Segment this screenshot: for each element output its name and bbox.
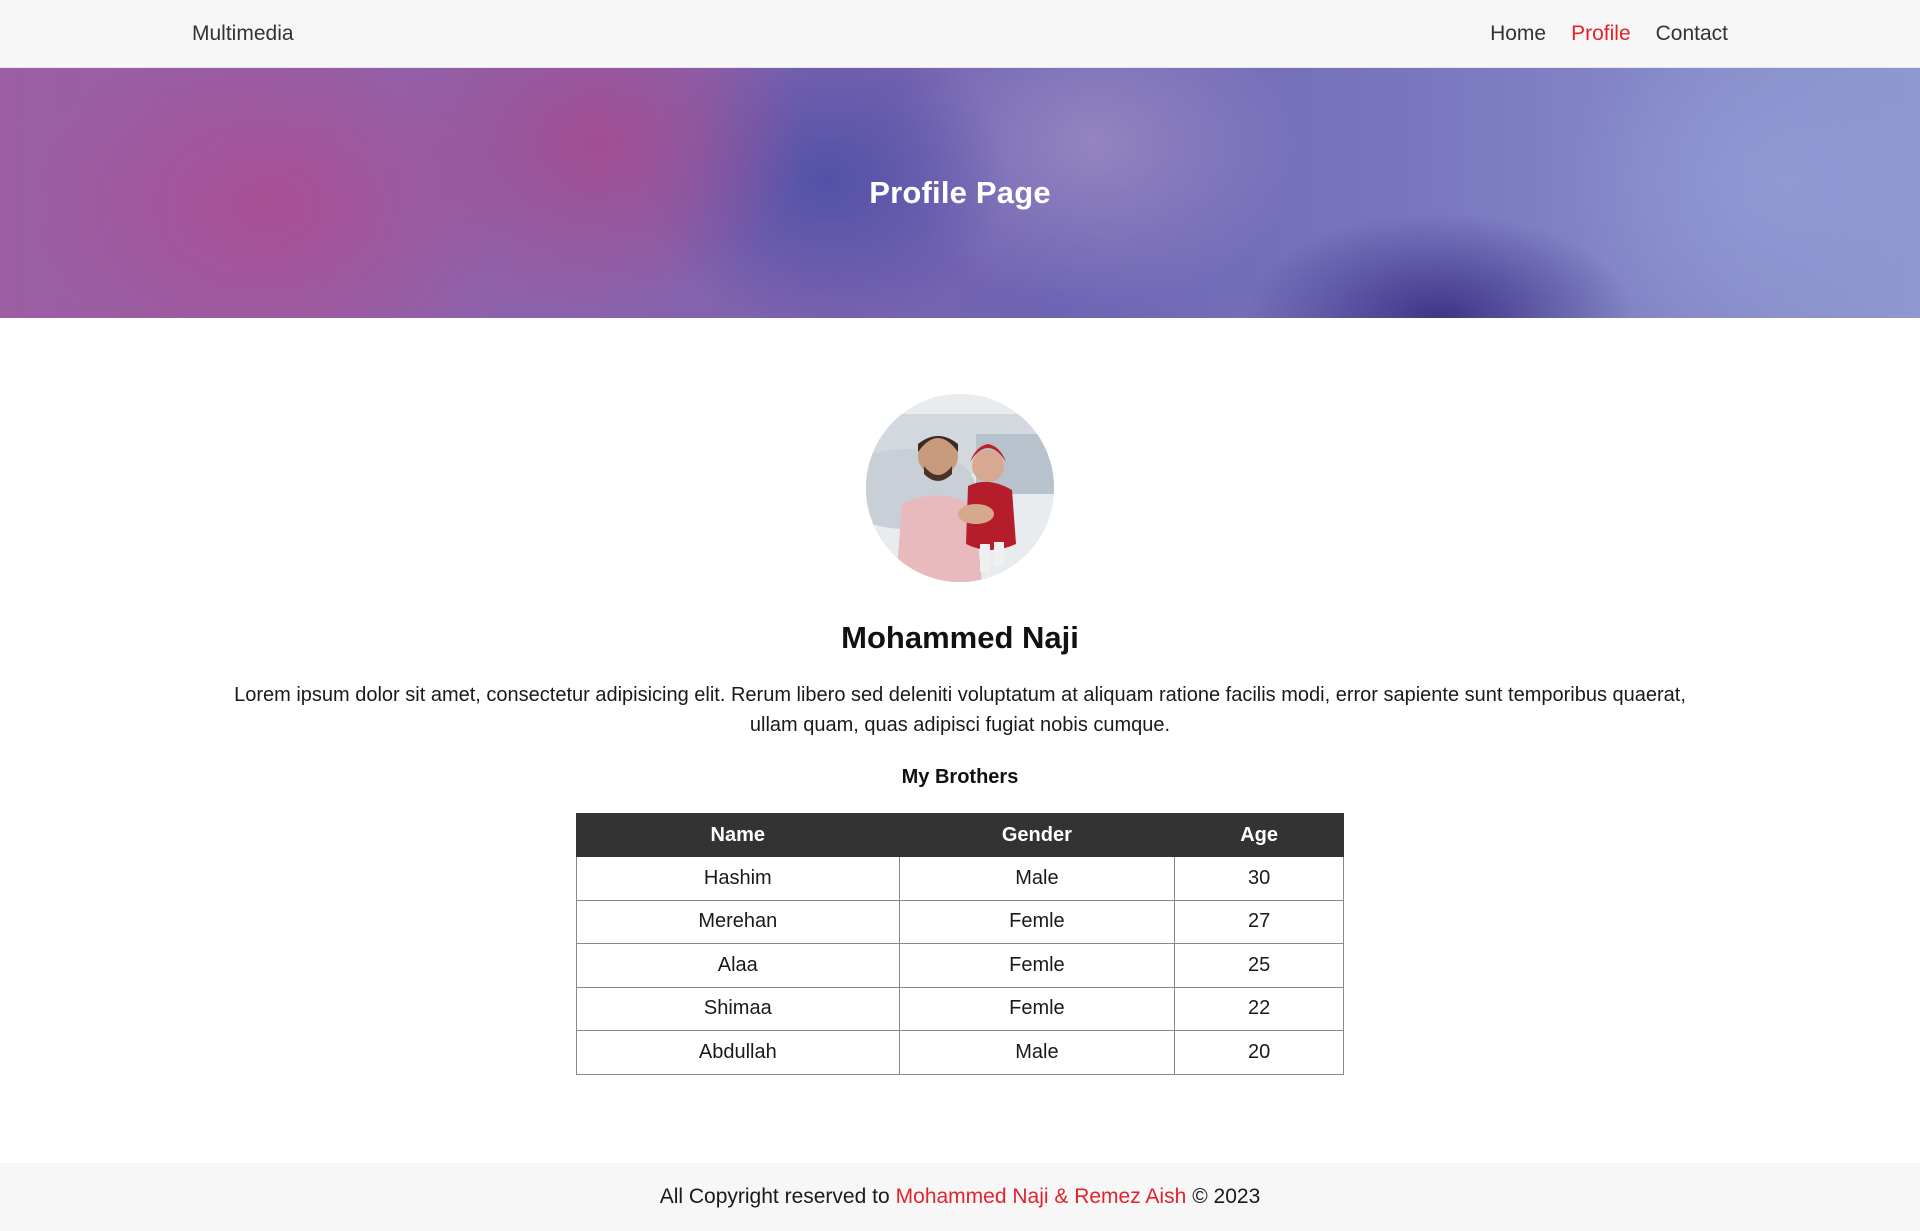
cell-age: 25 <box>1174 943 1344 988</box>
cell-age: 30 <box>1174 856 1344 901</box>
nav-link-profile[interactable]: Profile <box>1571 22 1631 46</box>
profile-avatar <box>866 394 1054 582</box>
cell-name: Shimaa <box>576 986 900 1031</box>
column-header-gender: Gender <box>898 813 1176 857</box>
cell-name: Hashim <box>576 856 900 901</box>
nav-link-contact[interactable]: Contact <box>1656 22 1728 46</box>
footer-prefix: All Copyright reserved to <box>659 1185 890 1208</box>
cell-gender: Femle <box>898 899 1176 944</box>
hero-banner: Profile Page <box>0 68 1920 318</box>
profile-bio: Lorem ipsum dolor sit amet, consectetur … <box>234 684 1686 736</box>
profile-name: Mohammed Naji <box>841 620 1079 655</box>
nav-link-home[interactable]: Home <box>1490 22 1546 46</box>
cell-gender: Femle <box>898 943 1176 988</box>
table-row: Shimaa Femle 22 <box>576 986 1344 1031</box>
cell-age: 22 <box>1174 986 1344 1031</box>
table-row: Abdullah Male 20 <box>576 1030 1344 1075</box>
cell-age: 20 <box>1174 1030 1344 1075</box>
footer: All Copyright reserved to Mohammed Naji … <box>0 1163 1920 1231</box>
avatar-photo-illustration <box>866 394 1054 582</box>
cell-gender: Male <box>898 856 1176 901</box>
brothers-table: Name Gender Age Hashim Male 30 Merehan F… <box>576 813 1344 1075</box>
cell-age: 27 <box>1174 899 1344 944</box>
cell-name: Merehan <box>576 899 900 944</box>
cell-name: Abdullah <box>576 1030 900 1075</box>
column-header-age: Age <box>1174 813 1344 857</box>
nav-links: Home Profile Contact <box>1490 22 1728 46</box>
cell-name: Alaa <box>576 943 900 988</box>
table-header-row: Name Gender Age <box>576 813 1344 857</box>
profile-section: Mohammed Naji Lorem ipsum dolor sit amet… <box>0 318 1920 1075</box>
table-row: Alaa Femle 25 <box>576 943 1344 988</box>
footer-copyright: © 2023 <box>1192 1185 1261 1208</box>
footer-authors-link[interactable]: Mohammed Naji & Remez Aish <box>896 1185 1187 1209</box>
brand-logo-link[interactable]: Multimedia <box>192 22 294 46</box>
cell-gender: Femle <box>898 986 1176 1031</box>
cell-gender: Male <box>898 1030 1176 1075</box>
column-header-name: Name <box>576 813 900 857</box>
table-row: Hashim Male 30 <box>576 856 1344 901</box>
navbar: Multimedia Home Profile Contact <box>0 0 1920 68</box>
page-title: Profile Page <box>869 175 1051 210</box>
brothers-heading: My Brothers <box>901 766 1019 788</box>
table-row: Merehan Femle 27 <box>576 899 1344 944</box>
